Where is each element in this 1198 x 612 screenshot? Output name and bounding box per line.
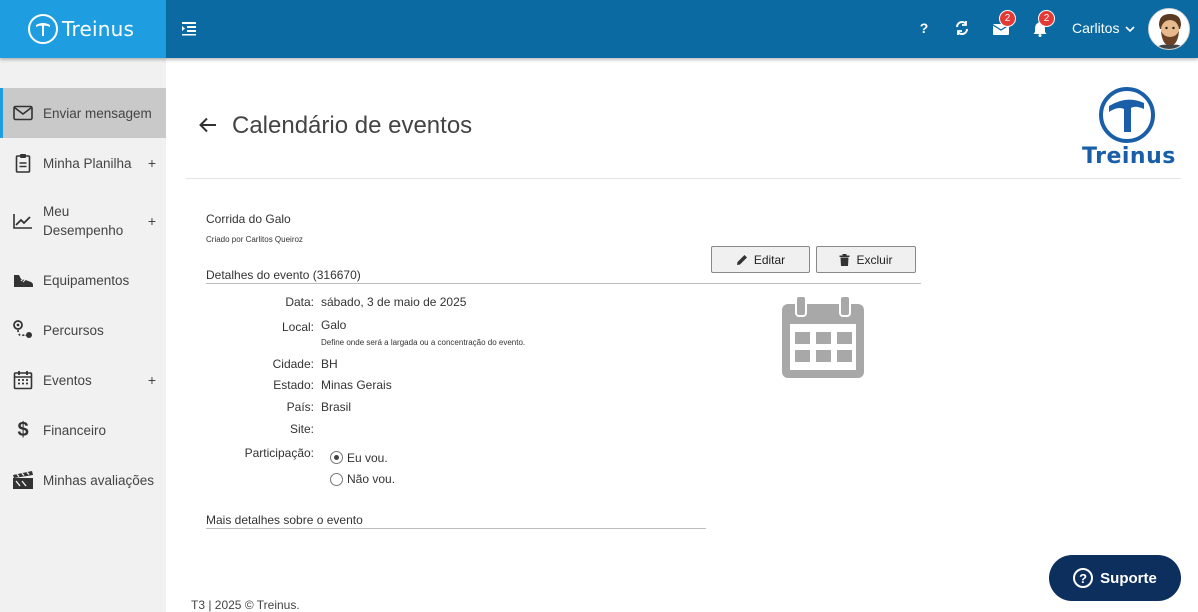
local-value: Galo	[321, 318, 347, 332]
shoe-icon	[12, 269, 34, 291]
sidebar-item-minha-planilha[interactable]: Minha Planilha +	[0, 138, 166, 188]
details-heading: Detalhes do evento (316670)	[206, 268, 361, 282]
city-label: Cidade:	[272, 357, 314, 371]
sidebar-item-label: Eventos	[43, 372, 92, 388]
sidebar-item-equipamentos[interactable]: Equipamentos	[0, 255, 166, 305]
sidebar-item-enviar-mensagem[interactable]: Enviar mensagem	[0, 88, 166, 138]
state-value: Minas Gerais	[321, 378, 392, 392]
event-name: Corrida do Galo	[206, 212, 291, 226]
title-divider	[186, 178, 1181, 179]
sidebar-item-label: Minhas avaliações	[43, 472, 155, 488]
sidebar-item-label: Percursos	[43, 322, 104, 338]
brand-name: Treinus	[62, 17, 135, 41]
city-value: BH	[321, 357, 338, 371]
local-note: Define onde será a largada ou a concentr…	[321, 338, 526, 347]
sidebar-item-label: Minha Planilha	[43, 155, 132, 171]
edit-button[interactable]: Editar	[711, 246, 810, 273]
sidebar-item-meu-desempenho[interactable]: Meu Desempenho +	[0, 196, 166, 246]
delete-button[interactable]: Excluir	[816, 246, 916, 273]
user-menu[interactable]: Carlitos	[1072, 20, 1119, 36]
site-label: Site:	[289, 422, 314, 436]
support-label: Suporte	[1100, 569, 1157, 587]
participation-no-radio[interactable]	[330, 473, 343, 486]
help-label: ?	[919, 20, 929, 36]
logo-text: Treinus	[1082, 144, 1176, 169]
messages-badge: 2	[999, 10, 1016, 27]
expand-icon[interactable]: +	[148, 213, 156, 229]
menu-toggle-icon[interactable]	[180, 19, 198, 37]
country-label: País:	[286, 400, 314, 414]
sidebar-item-label: Financeiro	[43, 422, 107, 438]
delete-button-label: Excluir	[856, 252, 893, 267]
participation-no-label[interactable]: Não vou.	[347, 472, 395, 486]
date-value: sábado, 3 de maio de 2025	[321, 295, 467, 309]
footer: T3 | 2025 © Treinus.	[191, 598, 300, 612]
date-label: Data:	[285, 295, 314, 309]
edit-button-label: Editar	[753, 252, 786, 267]
expand-icon[interactable]: +	[148, 372, 156, 388]
sidebar-item-minhas-avaliacoes[interactable]: Minhas avaliações	[0, 455, 166, 505]
support-button[interactable]: ? Suporte	[1049, 555, 1181, 601]
avatar[interactable]	[1148, 8, 1190, 50]
envelope-icon	[12, 102, 34, 124]
help-circle-icon: ?	[1073, 568, 1094, 588]
participation-label: Participação:	[244, 446, 314, 460]
sidebar: Enviar mensagem Minha Planilha + Meu Des…	[0, 58, 166, 612]
treinus-logo-icon	[28, 14, 58, 44]
state-label: Estado:	[273, 378, 314, 392]
sync-icon[interactable]	[951, 16, 973, 40]
trash-icon	[839, 253, 850, 266]
calendar-icon	[782, 295, 864, 378]
chart-line-icon	[12, 210, 34, 232]
chevron-down-icon[interactable]	[1125, 21, 1135, 39]
sidebar-item-label: Meu Desempenho	[43, 204, 124, 238]
calendar-icon	[12, 369, 34, 391]
notifications-icon[interactable]: 2	[1029, 10, 1055, 40]
expand-icon[interactable]: +	[148, 155, 156, 171]
top-bar: Treinus ? 2 2 Carlitos	[0, 0, 1198, 58]
country-value: Brasil	[321, 400, 352, 414]
back-arrow-icon[interactable]	[198, 115, 220, 137]
more-details-heading: Mais detalhes sobre o evento	[206, 513, 363, 527]
dollar-icon: $	[17, 418, 29, 441]
notifications-badge: 2	[1038, 10, 1055, 27]
sidebar-item-financeiro[interactable]: $ Financeiro	[0, 405, 166, 455]
page-title: Calendário de eventos	[232, 112, 473, 139]
route-icon	[12, 319, 34, 341]
sidebar-item-label: Equipamentos	[43, 272, 130, 288]
brand[interactable]: Treinus	[0, 0, 166, 58]
sidebar-item-percursos[interactable]: Percursos	[0, 305, 166, 355]
clipboard-icon	[12, 152, 34, 174]
more-details-divider	[206, 528, 706, 529]
local-label: Local:	[281, 320, 314, 334]
sidebar-item-label: Enviar mensagem	[43, 105, 152, 121]
help-icon[interactable]: ?	[913, 16, 935, 40]
participation-yes-radio[interactable]	[330, 451, 343, 464]
event-author: Criado por Carlitos Queiroz	[206, 235, 303, 244]
details-divider	[206, 283, 921, 284]
clapboard-icon	[12, 469, 34, 491]
sidebar-item-eventos[interactable]: Eventos +	[0, 355, 166, 405]
participation-yes-label[interactable]: Eu vou.	[347, 451, 388, 465]
pencil-icon	[736, 254, 747, 265]
messages-icon[interactable]: 2	[990, 10, 1016, 40]
